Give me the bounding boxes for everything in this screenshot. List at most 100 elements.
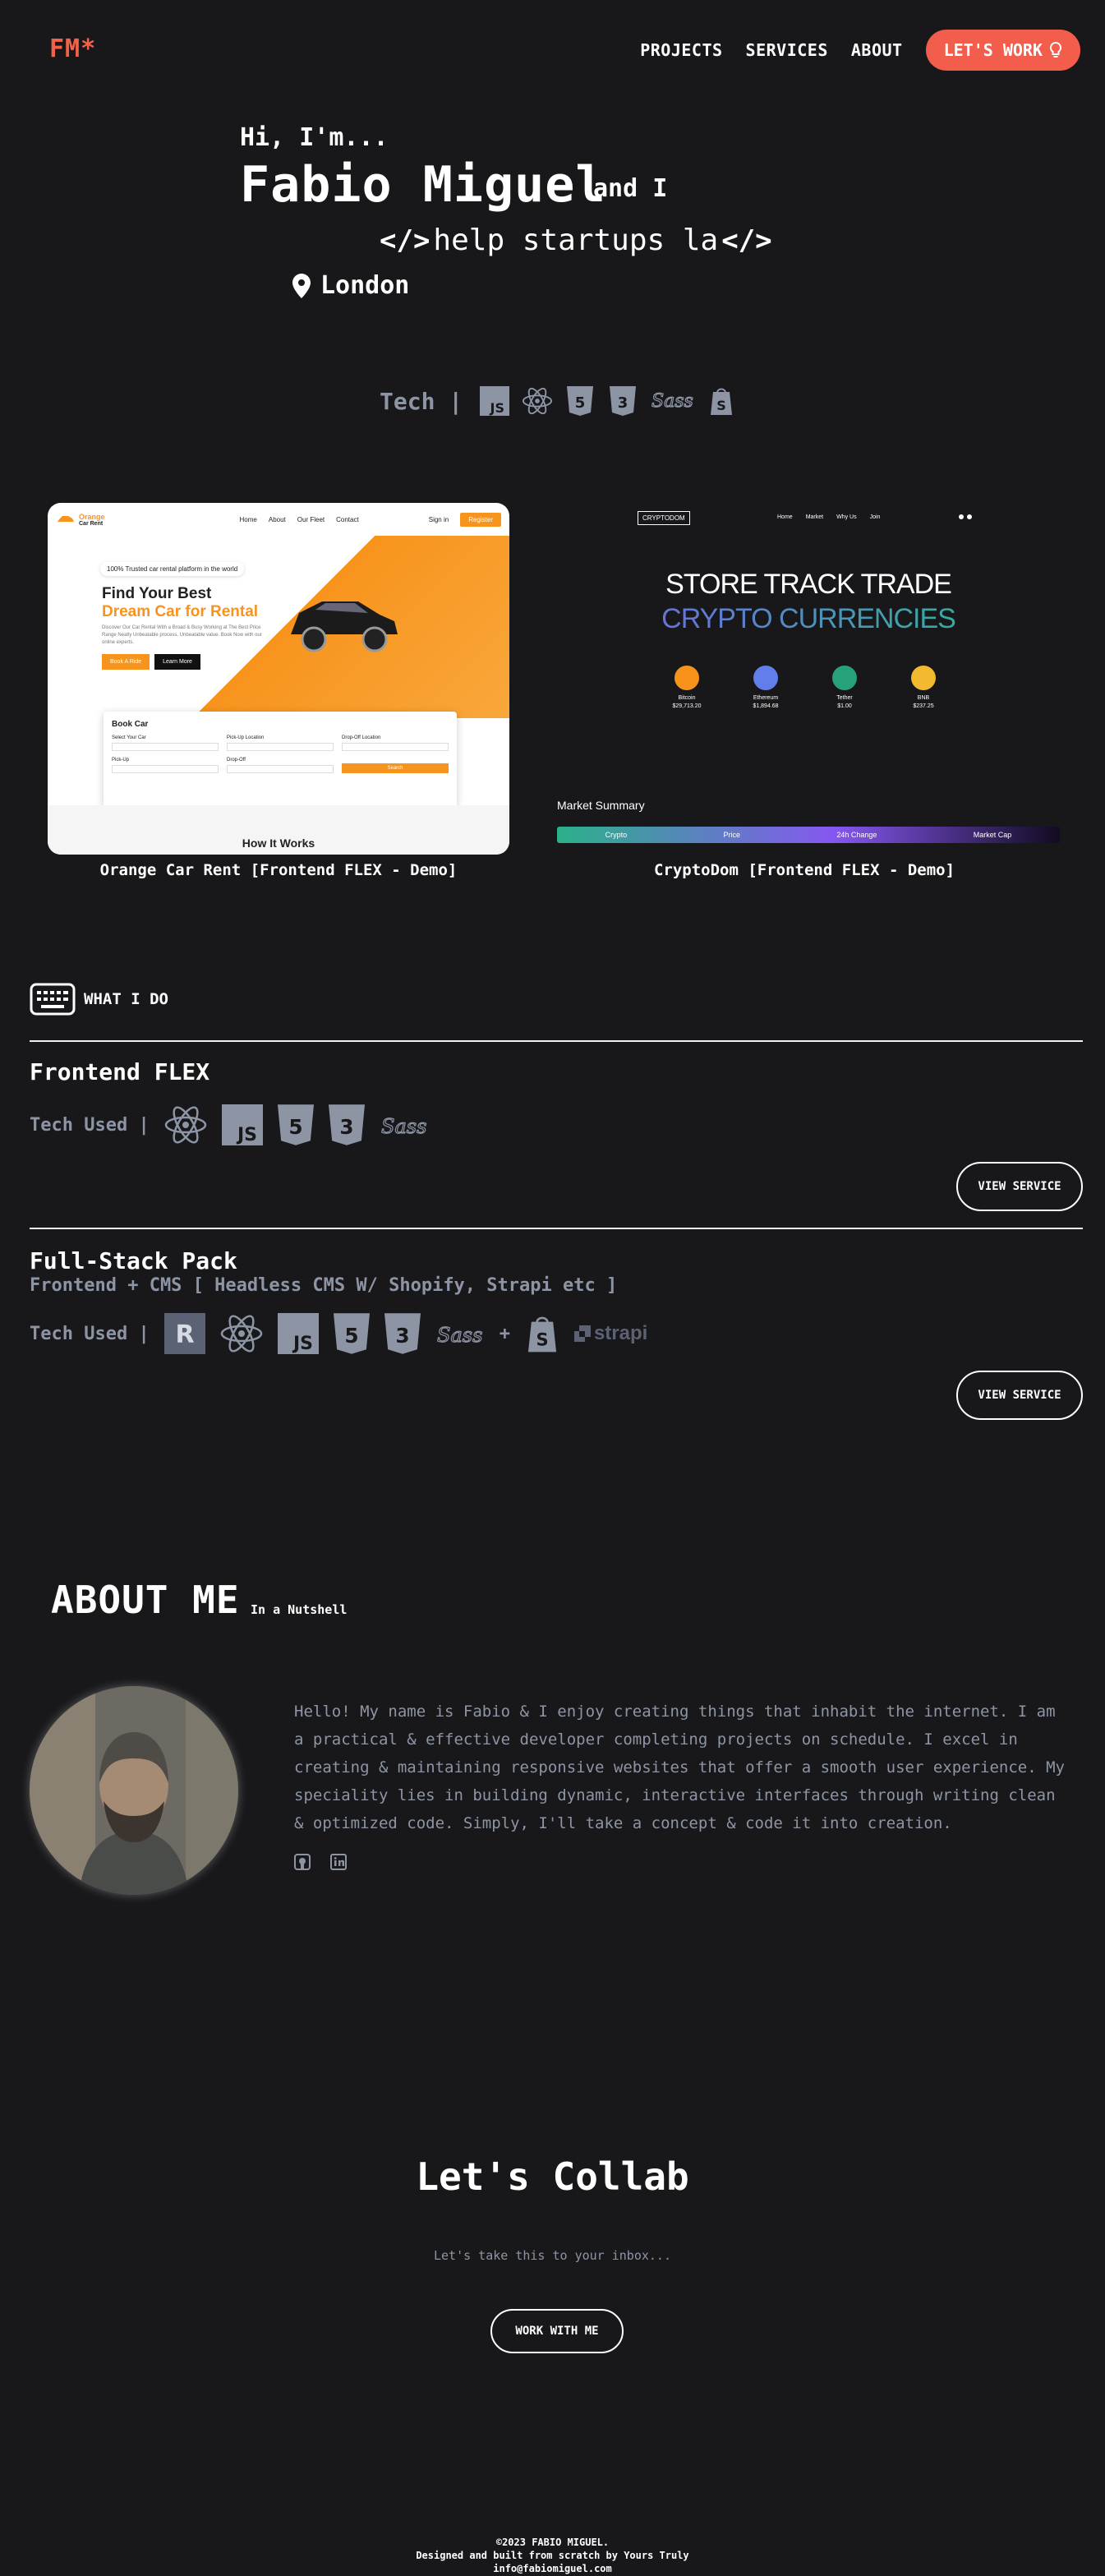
tech-label: Tech |: [380, 387, 463, 415]
about-heading: ABOUT ME: [51, 1578, 240, 1622]
footer-built: Designed and built from scratch by Yours…: [416, 2550, 689, 2561]
preview-btn-learn: Learn More: [154, 654, 200, 670]
book-title: Book Car: [112, 720, 149, 729]
book-row-2: Pick-Up Drop-Off Search: [112, 758, 449, 773]
car-image: [291, 601, 398, 652]
map-pin-icon: [292, 273, 311, 298]
redux-icon: R: [163, 1313, 205, 1354]
hero-name: Fabio Miguel: [240, 156, 606, 214]
about-text: Hello! My name is Fabio & I enjoy creati…: [294, 1703, 1065, 1832]
crypto-heading-1: STORE TRACK TRADE: [665, 569, 952, 600]
github-icon[interactable]: [294, 1854, 311, 1873]
svg-text:5: 5: [288, 1115, 302, 1139]
nav-projects[interactable]: PROJECTS: [640, 40, 722, 60]
code-bracket-open: </>: [380, 223, 430, 257]
bnb-icon: [911, 666, 936, 690]
about-subheading: In a Nutshell: [251, 1602, 348, 1617]
footer-copyright: ©2023 FABIO MIGUEL.: [495, 2537, 610, 2548]
how-it-works: How It Works: [242, 836, 315, 850]
view-service-fullstack-button[interactable]: VIEW SERVICE: [956, 1371, 1083, 1420]
book-field: Pick-Up: [112, 758, 219, 773]
social-links: [294, 1854, 347, 1873]
javascript-icon: JS: [479, 385, 510, 417]
lets-work-button[interactable]: LET'S WORK: [925, 30, 1080, 71]
footer-email[interactable]: info@fabiomiguel.com: [0, 2562, 1105, 2575]
book-field: Pick-Up Location: [227, 735, 334, 751]
crypto-logo: CRYPTODOM: [638, 511, 690, 525]
preview-btn-book: Book A Ride: [102, 654, 150, 670]
lets-work-label: LET'S WORK: [943, 40, 1043, 60]
twitter-icon: [959, 514, 964, 519]
preview-body: Discover Our Car Rental With a Broad & B…: [102, 625, 262, 645]
crypto-nav: Home Market Why Us Join: [777, 514, 880, 520]
plus-sign: +: [499, 1323, 510, 1344]
preview-h1: Find Your Best: [102, 585, 212, 602]
orange-logo: Orange Car Rent: [56, 513, 105, 527]
divider: [30, 1228, 1083, 1229]
crypto-link: Why Us: [836, 514, 857, 520]
collab-heading: Let's Collab: [416, 2154, 689, 2199]
preview-links: Home About Our Fleet Contact: [240, 516, 359, 523]
nav-about[interactable]: ABOUT: [851, 40, 903, 60]
logo-bottom: Car Rent: [79, 520, 104, 527]
sass-icon: Sass: [650, 385, 694, 417]
service-subtitle: Frontend + CMS [ Headless CMS W/ Shopify…: [30, 1275, 618, 1296]
what-i-do-label: WHAT I DO: [84, 990, 168, 1008]
react-icon: [220, 1315, 262, 1353]
project-caption[interactable]: CryptoDom [Frontend FLEX - Demo]: [573, 861, 1035, 879]
avatar: [30, 1686, 238, 1895]
book-field: Select Your Car: [112, 735, 219, 751]
site-logo[interactable]: FM*: [49, 35, 96, 63]
hero-location: London: [292, 271, 409, 300]
work-with-me-button[interactable]: WORK WITH ME: [490, 2309, 624, 2353]
book-row-1: Select Your Car Pick-Up Location Drop-Of…: [112, 735, 449, 751]
project-caption[interactable]: Orange Car Rent [Frontend FLEX - Demo]: [48, 861, 509, 879]
nav-services[interactable]: SERVICES: [746, 40, 828, 60]
view-service-frontend-button[interactable]: VIEW SERVICE: [956, 1162, 1083, 1211]
svg-text:R: R: [175, 1320, 194, 1349]
cryptodom-preview: CRYPTODOM Home Market Why Us Join STORE …: [547, 503, 1070, 855]
crypto-link: Market: [805, 514, 824, 520]
svg-text:Sass: Sass: [651, 391, 693, 412]
code-bracket-close: </>: [721, 223, 772, 257]
preview-link: Our Fleet: [297, 515, 325, 523]
preview-link: Contact: [336, 515, 359, 523]
collab-subtext: Let's take this to your inbox...: [434, 2248, 671, 2263]
strapi-text: strapi: [593, 1322, 648, 1344]
project-card-cryptodom[interactable]: CRYPTODOM Home Market Why Us Join STORE …: [547, 503, 1070, 855]
location-text: London: [320, 271, 410, 300]
shopify-icon: S: [527, 1316, 557, 1353]
ethereum-icon: [753, 666, 778, 690]
svg-text:JS: JS: [236, 1125, 257, 1145]
crypto-link: Join: [869, 514, 881, 520]
html5-icon: 5: [564, 385, 596, 417]
shopify-icon: S: [706, 385, 737, 417]
crypto-heading-2: CRYPTO CURRENCIES: [547, 603, 1070, 635]
preview-nav: Orange Car Rent Home About Our Fleet Cont…: [48, 503, 509, 536]
column-header: Price: [723, 831, 741, 839]
crypto-link: Home: [777, 514, 793, 520]
column-header: 24h Change: [836, 831, 877, 839]
project-card-orange-car-rent[interactable]: Orange Car Rent Home About Our Fleet Cont…: [48, 503, 509, 855]
svg-text:Sass: Sass: [437, 1324, 482, 1347]
preview-link: Home: [239, 515, 257, 523]
javascript-icon: JS: [277, 1313, 319, 1354]
book-car-form: Book Car Select Your Car Pick-Up Locatio…: [104, 712, 457, 809]
svg-text:Sass: Sass: [381, 1115, 426, 1138]
strapi-logo: strapi: [573, 1322, 648, 1345]
hero-and-i: and I: [593, 174, 668, 203]
html5-icon: 5: [333, 1313, 370, 1354]
svg-text:5: 5: [344, 1324, 358, 1348]
tether-icon: [832, 666, 857, 690]
svg-text:3: 3: [618, 394, 628, 412]
coin-ethereum: Ethereum $1,894.68: [741, 666, 790, 709]
service-title-fullstack: Full-Stack Pack: [30, 1247, 237, 1274]
css3-icon: 3: [384, 1313, 421, 1354]
bitcoin-icon: [675, 666, 699, 690]
svg-text:S: S: [716, 398, 726, 413]
book-search: Search: [342, 763, 449, 773]
linkedin-icon[interactable]: [330, 1854, 347, 1873]
css3-icon: 3: [607, 385, 638, 417]
logo-top: Orange: [79, 512, 105, 521]
lightbulb-icon: [1049, 41, 1062, 58]
